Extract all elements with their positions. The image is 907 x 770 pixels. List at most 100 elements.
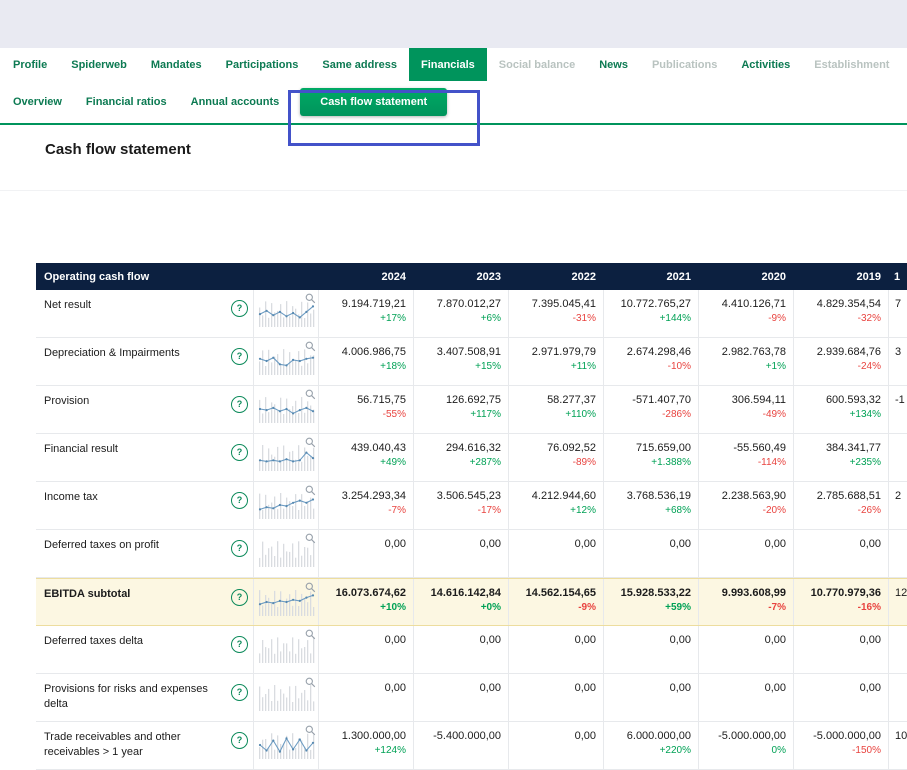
tab-news[interactable]: News <box>587 48 640 81</box>
amount: 10.772.765,27 <box>606 298 691 311</box>
amount: 3.407.508,91 <box>416 346 501 359</box>
value-cell: 3.407.508,91+15% <box>413 338 508 385</box>
amount: 2.939.684,76 <box>796 346 881 359</box>
value-cell: 3.254.293,34-7% <box>318 482 413 529</box>
sparkline-thumbnail[interactable] <box>253 386 318 433</box>
help-icon[interactable]: ? <box>231 732 248 749</box>
delta-percent: +124% <box>321 745 406 757</box>
value-cell: 294.616,32+287% <box>413 434 508 481</box>
sparkline-thumbnail[interactable] <box>253 579 318 625</box>
row-label: Deferred taxes on profit <box>44 538 159 553</box>
magnifier-icon <box>305 582 316 593</box>
amount: 0,00 <box>416 538 501 551</box>
sparkline-thumbnail[interactable] <box>253 722 318 769</box>
tab-same-address[interactable]: Same address <box>310 48 409 81</box>
year-column-header: 2023 <box>413 271 508 283</box>
amount: 0,00 <box>701 682 786 695</box>
value-cell: 9.194.719,21+17% <box>318 290 413 337</box>
delta-percent: +49% <box>321 457 406 469</box>
tab-financials[interactable]: Financials <box>409 48 487 81</box>
amount: 14.616.142,84 <box>416 587 501 600</box>
value-cell: 14.562.154,65-9% <box>508 579 603 625</box>
delta-percent: -49% <box>701 409 786 421</box>
amount: -5.400.000,00 <box>416 730 501 743</box>
row-label-cell: Net result? <box>36 290 253 337</box>
amount: 4.006.986,75 <box>321 346 406 359</box>
row-label: Provisions for risks and expenses delta <box>44 682 220 712</box>
delta-percent: +59% <box>606 602 691 614</box>
sparkline-thumbnail[interactable] <box>253 674 318 721</box>
tab-participations[interactable]: Participations <box>214 48 311 81</box>
help-icon[interactable]: ? <box>231 300 248 317</box>
sparkline-thumbnail[interactable] <box>253 482 318 529</box>
value-cell: 16.073.674,62+10% <box>318 579 413 625</box>
tab-mandates[interactable]: Mandates <box>139 48 214 81</box>
amount: 0,00 <box>321 682 406 695</box>
delta-percent: +0% <box>416 602 501 614</box>
subtab-overview[interactable]: Overview <box>1 96 74 108</box>
value-cell: 2.674.298,46-10% <box>603 338 698 385</box>
table-row: Depreciation & Impairments?4.006.986,75+… <box>36 338 907 386</box>
value-cell: 0,00 <box>793 626 888 673</box>
subtab-financial-ratios[interactable]: Financial ratios <box>74 96 179 108</box>
amount: 0,00 <box>511 682 596 695</box>
delta-percent: +68% <box>606 505 691 517</box>
subtab-cash-flow-statement[interactable]: Cash flow statement <box>300 88 447 116</box>
amount: 0,00 <box>416 682 501 695</box>
subtab-annual-accounts[interactable]: Annual accounts <box>179 96 292 108</box>
amount: 9.993.608,99 <box>701 587 786 600</box>
delta-percent: +6% <box>416 313 501 325</box>
clipped-value-cell: 10 <box>888 722 907 769</box>
value-cell: 439.040,43+49% <box>318 434 413 481</box>
value-cell: 0,00 <box>508 530 603 577</box>
delta-percent: -31% <box>511 313 596 325</box>
value-cell: 4.006.986,75+18% <box>318 338 413 385</box>
tab-spiderweb[interactable]: Spiderweb <box>59 48 139 81</box>
clipped-value-cell: 12 <box>888 579 907 625</box>
help-icon[interactable]: ? <box>231 492 248 509</box>
sparkline-thumbnail[interactable] <box>253 434 318 481</box>
delta-percent: -26% <box>796 505 881 517</box>
amount: 294.616,32 <box>416 442 501 455</box>
value-cell: 0,00 <box>413 674 508 721</box>
sparkline-thumbnail[interactable] <box>253 530 318 577</box>
help-icon[interactable]: ? <box>231 684 248 701</box>
sparkline-thumbnail[interactable] <box>253 626 318 673</box>
amount: 4.410.126,71 <box>701 298 786 311</box>
delta-percent: +110% <box>511 409 596 421</box>
tab-profile[interactable]: Profile <box>1 48 59 81</box>
tab-publications: Publications <box>640 48 729 81</box>
magnifier-icon <box>305 293 316 304</box>
value-cell: 2.238.563,90-20% <box>698 482 793 529</box>
sparkline-thumbnail[interactable] <box>253 338 318 385</box>
amount: 2.971.979,79 <box>511 346 596 359</box>
tab-establishment: Establishment <box>802 48 901 81</box>
delta-percent: -20% <box>701 505 786 517</box>
help-icon[interactable]: ? <box>231 540 248 557</box>
help-icon[interactable]: ? <box>231 348 248 365</box>
help-icon[interactable]: ? <box>231 444 248 461</box>
delta-percent: -89% <box>511 457 596 469</box>
amount: 7.870.012,27 <box>416 298 501 311</box>
help-icon[interactable]: ? <box>231 589 248 606</box>
amount: 715.659,00 <box>606 442 691 455</box>
amount: 0,00 <box>511 730 596 743</box>
row-label: Net result <box>44 298 91 313</box>
delta-percent: -32% <box>796 313 881 325</box>
magnifier-icon <box>305 389 316 400</box>
amount: 2.982.763,78 <box>701 346 786 359</box>
help-icon[interactable]: ? <box>231 396 248 413</box>
row-label-cell: Depreciation & Impairments? <box>36 338 253 385</box>
row-label-cell: Deferred taxes on profit? <box>36 530 253 577</box>
sparkline-thumbnail[interactable] <box>253 290 318 337</box>
value-cell: 0,00 <box>698 674 793 721</box>
delta-percent: +11% <box>511 361 596 373</box>
tab-activities[interactable]: Activities <box>729 48 802 81</box>
row-label: Financial result <box>44 442 118 457</box>
year-column-header: 2019 <box>793 271 888 283</box>
delta-percent: -150% <box>796 745 881 757</box>
value-cell: 0,00 <box>603 530 698 577</box>
amount: 2.785.688,51 <box>796 490 881 503</box>
help-icon[interactable]: ? <box>231 636 248 653</box>
amount: 0,00 <box>701 538 786 551</box>
